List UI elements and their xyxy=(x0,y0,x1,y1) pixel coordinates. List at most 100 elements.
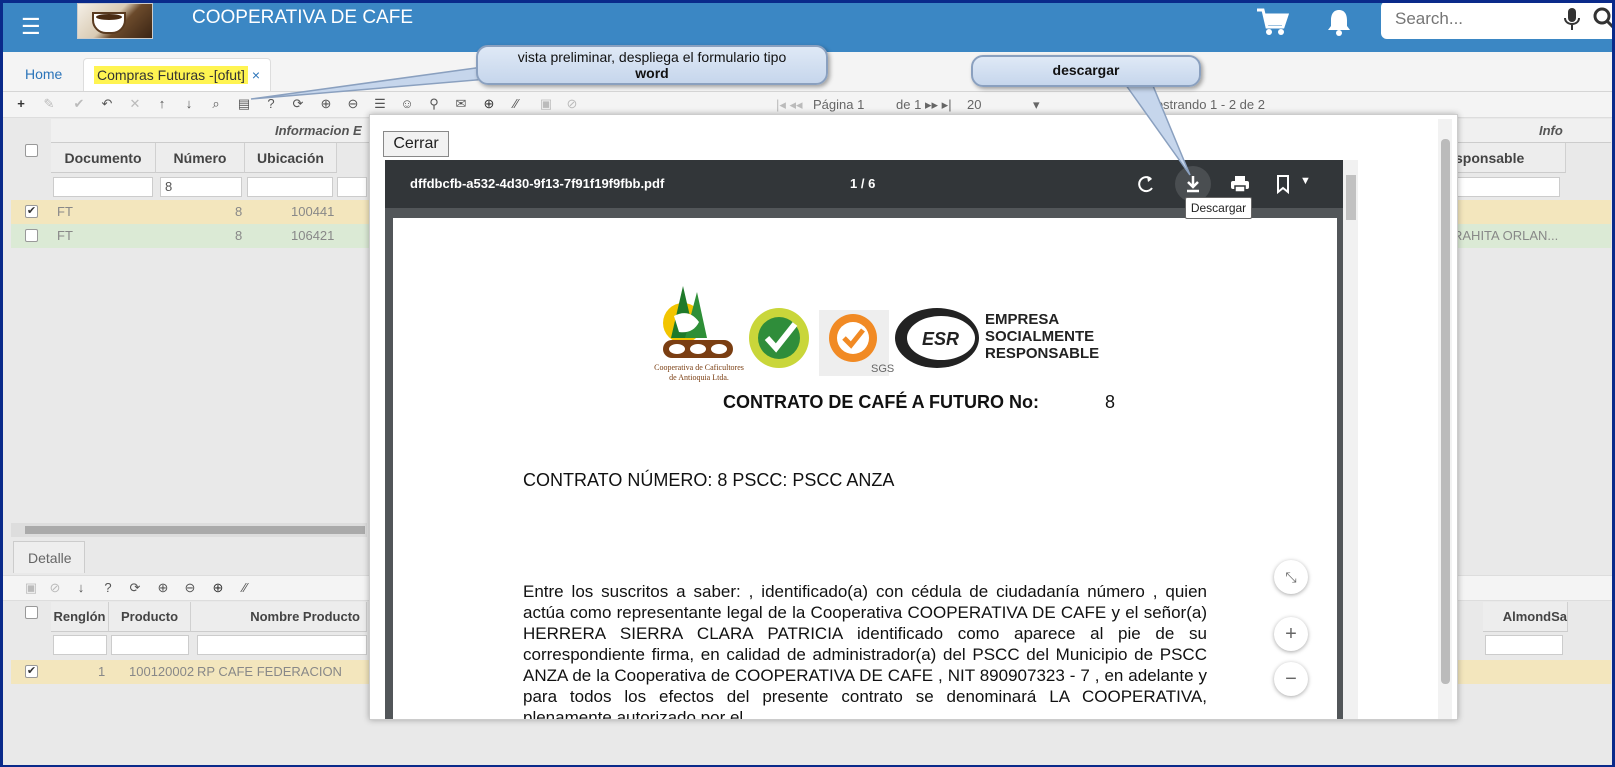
detail-add-circle-icon[interactable]: ⊕ xyxy=(210,580,226,596)
cell-responsable: RAHITA ORLAN... xyxy=(1453,228,1559,243)
bookmark-icon[interactable] xyxy=(1273,173,1295,195)
filter-ubicacion[interactable] xyxy=(247,177,333,197)
refresh-icon[interactable]: ⟳ xyxy=(290,96,306,112)
page-size-select[interactable]: 20 xyxy=(967,97,981,112)
filter-responsable[interactable] xyxy=(1455,177,1560,197)
tab-detalle[interactable]: Detalle xyxy=(13,541,85,573)
zoom-in-icon[interactable]: ⊕ xyxy=(318,96,334,112)
mic-icon[interactable] xyxy=(1564,7,1580,31)
col-documento[interactable]: Documento xyxy=(51,143,156,173)
detail-refresh-icon[interactable]: ⟳ xyxy=(127,580,143,596)
detail-cancel-icon[interactable]: ⊘ xyxy=(47,580,63,596)
grid-horizontal-scrollbar[interactable] xyxy=(11,523,367,537)
preview-callout-line2: word xyxy=(635,65,669,81)
modal-scrollbar[interactable] xyxy=(1438,119,1452,719)
search-record-icon[interactable]: ⌕ xyxy=(208,96,224,112)
close-tab-icon[interactable]: × xyxy=(252,67,260,83)
filter-documento[interactable] xyxy=(53,177,153,197)
zoom-in-button[interactable]: + xyxy=(1274,617,1308,651)
edit-icon[interactable]: ✎ xyxy=(41,96,57,112)
col-almondsa[interactable]: AlmondSa xyxy=(1483,602,1568,632)
company-logos: Cooperativa de Caficultores de Antioquia… xyxy=(654,286,1099,382)
help-icon[interactable]: ? xyxy=(263,96,279,112)
pdf-filename: dffdbcfb-a532-4d30-9f13-7f91f19f9fbb.pdf xyxy=(410,176,665,191)
row-checkbox[interactable]: ✔ xyxy=(25,205,38,218)
filter-nombre[interactable] xyxy=(197,635,367,655)
contract-title: CONTRATO DE CAFÉ A FUTURO No: xyxy=(723,392,1039,412)
mail-icon[interactable]: ✉ xyxy=(453,96,469,112)
user-icon[interactable]: ☺ xyxy=(399,96,415,112)
comment-icon[interactable]: ☰ xyxy=(372,96,388,112)
group-header-left: Informacion E xyxy=(275,123,362,138)
col-responsable[interactable]: sponsable xyxy=(1453,143,1566,173)
detail-zoom-out-icon[interactable]: ⊖ xyxy=(182,580,198,596)
pager-page-of: de 1 xyxy=(896,97,922,112)
undo-icon[interactable]: ↶ xyxy=(99,96,115,112)
detail-arrow-down-icon[interactable]: ↓ xyxy=(73,580,89,596)
cart-icon[interactable] xyxy=(1255,7,1289,37)
search-box xyxy=(1381,3,1612,39)
pager-first-prev[interactable]: |◂ ◂◂ xyxy=(776,97,803,113)
rotate-icon[interactable] xyxy=(1135,173,1157,195)
preview-callout-line1: vista preliminar, despliega el formulari… xyxy=(517,49,787,65)
pdf-scrollbar[interactable] xyxy=(1343,160,1358,719)
add-icon[interactable]: + xyxy=(13,96,29,112)
arrow-up-icon[interactable]: ↑ xyxy=(154,96,170,112)
col-ubicacion[interactable]: Ubicación xyxy=(245,143,337,173)
cell-numero: 8 xyxy=(235,228,243,243)
print-icon[interactable] xyxy=(1229,173,1251,195)
bell-icon[interactable] xyxy=(1325,7,1353,37)
pager-next-last[interactable]: ▸▸ ▸| xyxy=(925,97,952,113)
arrow-down-icon[interactable]: ↓ xyxy=(181,96,197,112)
filter-extra[interactable] xyxy=(337,177,367,197)
detail-save-icon[interactable]: ▣ xyxy=(23,580,39,596)
resize-icon[interactable]: ⁄⁄ xyxy=(508,96,524,112)
page-size-chevron-icon[interactable]: ▾ xyxy=(1033,97,1040,113)
tab-compras-futuras[interactable]: Compras Futuras -[ofut] × xyxy=(83,58,272,91)
col-nombre-producto[interactable]: Nombre Producto xyxy=(191,602,367,632)
search-icon[interactable] xyxy=(1593,6,1612,30)
search-input[interactable] xyxy=(1395,9,1555,29)
zoom-out-button[interactable]: − xyxy=(1274,662,1308,696)
filter-renglon[interactable] xyxy=(53,635,107,655)
fit-page-icon[interactable]: ⤡ xyxy=(1274,560,1308,594)
tab-home[interactable]: Home xyxy=(15,58,72,91)
download-tooltip: Descargar xyxy=(1185,197,1252,219)
esr-line1: EMPRESA xyxy=(985,311,1059,328)
add-circle-icon[interactable]: ⊕ xyxy=(481,96,497,112)
filter-producto[interactable] xyxy=(111,635,189,655)
check-icon[interactable]: ✔ xyxy=(71,96,87,112)
row-checkbox[interactable] xyxy=(25,229,38,242)
delete-icon[interactable]: ✕ xyxy=(127,96,143,112)
print-icon[interactable]: ▤ xyxy=(236,96,252,112)
detail-help-icon[interactable]: ? xyxy=(100,580,116,596)
filter-numero[interactable]: 8 xyxy=(160,177,242,197)
detail-resize-icon[interactable]: ⁄⁄ xyxy=(237,580,253,596)
pin-icon[interactable]: ⚲ xyxy=(426,96,442,112)
download-icon[interactable] xyxy=(1182,173,1204,195)
records-count: Mostrando 1 - 2 de 2 xyxy=(1145,97,1265,112)
menu-icon[interactable]: ☰ xyxy=(21,15,45,39)
close-button[interactable]: Cerrar xyxy=(383,131,449,157)
contract-title-number: 8 xyxy=(1105,392,1116,412)
preview-modal: Cerrar dffdbcfb-a532-4d30-9f13-7f91f19f9… xyxy=(369,114,1458,720)
app-title: COOPERATIVA DE CAFE xyxy=(192,7,414,28)
sgs-label: SGS xyxy=(871,363,894,375)
logo-coop-text-2: de Antioquia Ltda. xyxy=(669,373,729,382)
zoom-out-icon[interactable]: ⊖ xyxy=(345,96,361,112)
contract-paragraph: Entre los suscritos a saber: , identific… xyxy=(523,582,1207,720)
col-renglon[interactable]: Renglón xyxy=(51,602,109,632)
bookmark-chevron-icon[interactable]: ▼ xyxy=(1300,175,1311,187)
cell-documento: FT xyxy=(57,204,73,219)
select-all-checkbox[interactable] xyxy=(25,144,38,157)
save-icon[interactable]: ▣ xyxy=(538,96,554,112)
cancel-icon[interactable]: ⊘ xyxy=(564,96,580,112)
detail-select-all-checkbox[interactable] xyxy=(25,606,38,619)
detail-row-checkbox[interactable]: ✔ xyxy=(25,665,38,678)
detail-zoom-in-icon[interactable]: ⊕ xyxy=(155,580,171,596)
esr-line2: SOCIALMENTE xyxy=(985,328,1094,345)
filter-almondsa[interactable] xyxy=(1485,635,1563,655)
col-numero[interactable]: Número xyxy=(156,143,245,173)
contract-number-line: CONTRATO NÚMERO: 8 PSCC: PSCC ANZA xyxy=(523,470,895,490)
col-producto[interactable]: Producto xyxy=(109,602,191,632)
